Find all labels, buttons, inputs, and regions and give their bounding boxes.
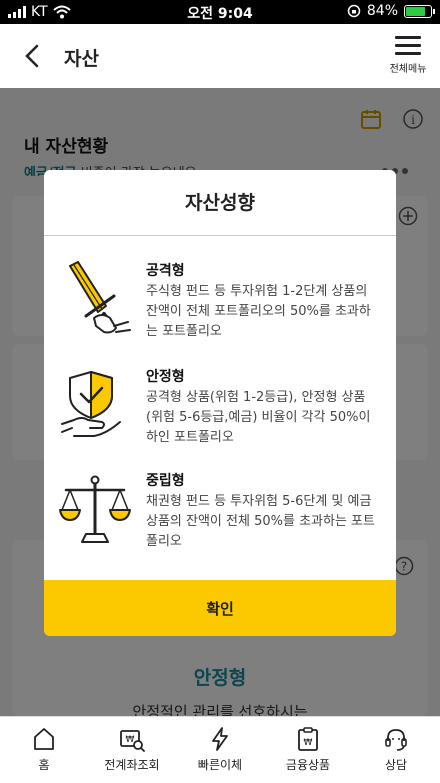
status-bar: KT 오전 9:04 84%	[0, 0, 440, 24]
hamburger-icon	[395, 36, 421, 55]
battery-percent: 84%	[366, 3, 398, 19]
modal-title: 자산성향	[44, 170, 396, 236]
svg-text:₩: ₩	[126, 735, 135, 745]
shield-hand-icon	[61, 371, 121, 437]
tab-all-accounts[interactable]: ₩ 전계좌조회	[88, 717, 176, 783]
tab-label: 홈	[38, 758, 50, 772]
home-icon	[34, 728, 54, 750]
confirm-button[interactable]: 확인	[44, 580, 396, 636]
tab-quick-transfer[interactable]: 빠른이체	[176, 717, 264, 783]
tab-label: 금융상품	[285, 758, 331, 772]
orientation-lock-icon	[347, 4, 361, 18]
tendency-desc: 공격형 상품(위험 1-2등급), 안정형 상품(위험 5-6등급,예금) 비율…	[146, 390, 371, 445]
headset-icon	[385, 729, 407, 751]
tendency-name: 중립형	[146, 473, 185, 489]
tab-label: 전계좌조회	[104, 758, 160, 772]
asset-tendency-modal: 자산성향 공격형 주식형 펀드 등 투자위험 1-2단계 상품의 잔액이 전체 …	[44, 170, 396, 636]
tab-home[interactable]: 홈	[0, 717, 88, 783]
app-header: 자산 전체메뉴	[0, 24, 440, 88]
account-search-icon: ₩	[120, 730, 145, 752]
bottom-tab-bar: 홈 ₩ 전계좌조회 빠른이체 ₩ 금융상품 상담	[0, 716, 440, 783]
battery-icon	[404, 4, 435, 18]
tab-financial-products[interactable]: ₩ 금융상품	[264, 717, 352, 783]
tendency-name: 안정형	[146, 369, 185, 385]
tendency-desc: 주식형 펀드 등 투자위험 1-2단계 상품의 잔액이 전체 포트폴리오의 50…	[146, 284, 371, 339]
tab-label: 상담	[384, 758, 408, 772]
balance-scale-icon	[59, 475, 131, 543]
lightning-icon	[212, 727, 228, 751]
page-title: 자산	[64, 48, 99, 70]
tab-label: 빠른이체	[197, 758, 243, 772]
full-menu-label: 전체메뉴	[389, 64, 427, 75]
tab-consult[interactable]: 상담	[352, 717, 440, 783]
svg-text:₩: ₩	[304, 738, 313, 748]
sword-icon	[69, 261, 131, 334]
tendency-desc: 채권형 펀드 등 투자위험 5-6단계 및 예금 상품의 잔액이 전체 50%를…	[146, 494, 375, 549]
tendency-name: 공격형	[146, 263, 185, 279]
back-arrow-icon[interactable]	[20, 42, 46, 70]
financial-product-icon: ₩	[298, 727, 318, 751]
full-menu-button[interactable]: 전체메뉴	[386, 36, 430, 75]
